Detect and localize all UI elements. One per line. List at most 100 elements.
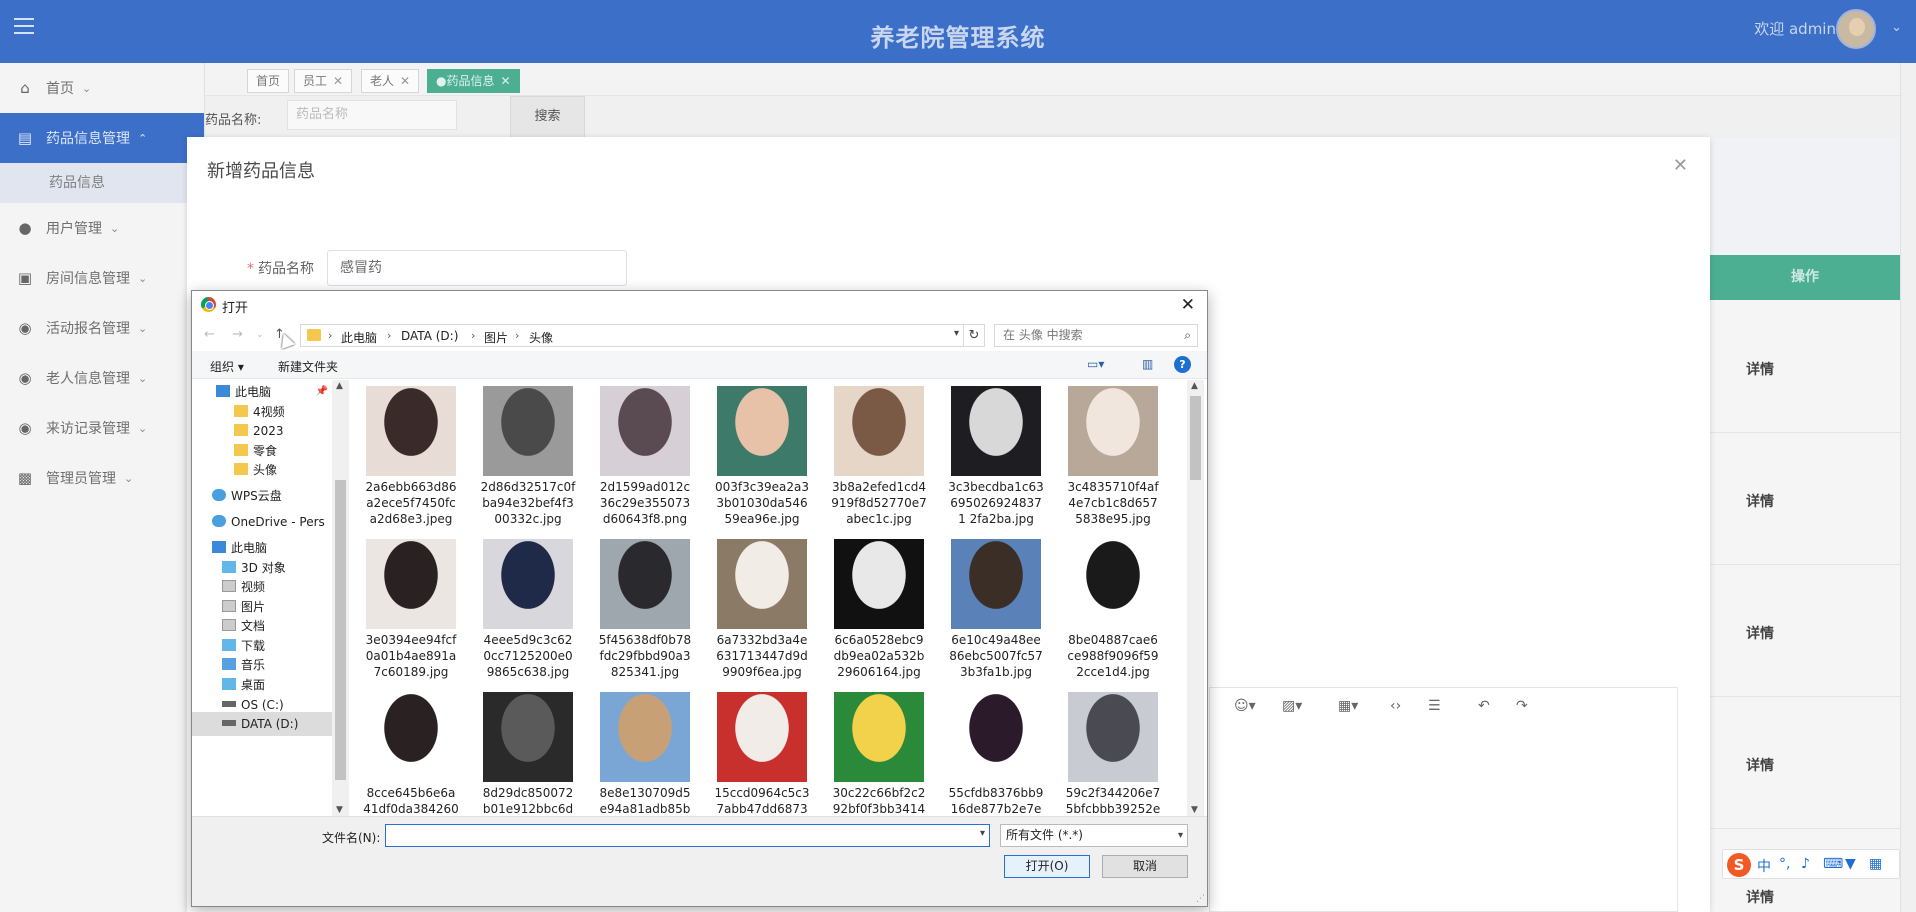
detail-link[interactable]: 详情 [1710,755,1810,775]
file-item[interactable]: 6e10c49a48ee86ebc5007fc573b3fa1b.jpg [946,539,1046,680]
image-thumbnail [1068,539,1158,629]
punctuation-icon[interactable]: °, [1779,856,1790,872]
folder-search-input[interactable]: 在 头像 中搜索 ⌕ [994,324,1198,347]
chevron-down-icon[interactable]: ⌄ [1891,20,1902,35]
page-scrollbar[interactable] [1900,63,1916,912]
sidebar-item-admins[interactable]: ▩ 管理员管理 ⌄ [0,453,204,503]
refresh-icon[interactable]: ↻ [964,324,985,347]
skin-icon[interactable]: ▼ [1845,856,1856,872]
close-icon[interactable]: ✕ [500,74,510,88]
nav-pane-item[interactable]: OneDrive - Pers [192,510,332,534]
chevron-down-icon[interactable]: ▾ [980,828,985,839]
file-item[interactable]: 3c4835710f4af4e7cb1c8d6575838e95.jpg [1063,386,1163,527]
file-item[interactable]: 8be04887cae6ce988f9096f592cce1d4.jpg [1063,539,1163,680]
help-icon[interactable]: ? [1174,356,1191,373]
forward-icon[interactable]: → [232,327,243,342]
breadcrumb-item[interactable]: DATA (D:) [401,329,458,343]
tag-medicine-info[interactable]: ●药品信息 ✕ [427,69,520,93]
sogou-logo-icon[interactable]: S [1727,853,1751,877]
file-item[interactable]: 8d29dc850072b01e912bbc6d [478,692,578,816]
sidebar-item-users[interactable]: ● 用户管理 ⌄ [0,203,204,253]
file-item[interactable]: 2d1599ad012c36c29e355073d60643f8.png [595,386,695,527]
nav-pane-item[interactable]: DATA (D:) [192,712,332,736]
file-item[interactable]: 3b8a2efed1cd4919f8d52770e7abec1c.jpg [829,386,929,527]
file-item[interactable]: 3e0394ee94fcf0a01b4ae891a7c60189.jpg [361,539,461,680]
sidebar-item-elders[interactable]: ◉ 老人信息管理 ⌄ [0,353,204,403]
file-item[interactable]: 55cfdb8376bb916de877b2e7e [946,692,1046,816]
rich-editor-body[interactable] [1209,726,1678,912]
avatar[interactable] [1836,9,1876,49]
nav-pane-item[interactable]: 头像 [192,458,332,482]
redo-icon[interactable]: ↷ [1516,698,1528,714]
microphone-icon[interactable]: ♪ [1801,856,1810,872]
image-thumbnail [483,539,573,629]
pc-icon [216,385,230,397]
breadcrumb-item[interactable]: 图片 [484,329,508,346]
filename-input[interactable]: ▾ [385,824,990,847]
chevron-down-icon: ⌄ [124,471,134,485]
file-item[interactable]: 8e8e130709d5e94a81adb85b2 [595,692,695,816]
organize-button[interactable]: 组织 ▾ [210,358,244,375]
chevron-down-icon[interactable]: ⌄ [256,330,264,340]
image-thumbnail [600,386,690,476]
detail-link[interactable]: 详情 [1710,359,1810,379]
file-item[interactable]: 59c2f344206e75bfcbbb39252e [1063,692,1163,816]
navigation-scrollbar[interactable]: ▲ ▼ [332,380,349,816]
file-item[interactable]: 6a7332bd3a4e631713447d9d9909f6ea.jpg [712,539,812,680]
resize-grip-icon[interactable]: ⋰ [1196,894,1205,904]
divider-icon[interactable]: ☰ [1428,698,1441,714]
close-icon[interactable]: ✕ [400,74,410,88]
back-icon[interactable]: ← [204,327,215,342]
filetype-select[interactable]: 所有文件 (*.*) ▾ [1000,824,1188,847]
chevron-down-icon[interactable]: ▾ [954,328,959,339]
close-icon[interactable]: ✕ [333,74,343,88]
table-icon[interactable]: ▦▾ [1338,698,1358,714]
open-button[interactable]: 打开(O) [1004,855,1090,878]
detail-link[interactable]: 详情 [1710,623,1810,643]
image-icon[interactable]: ▨▾ [1282,698,1302,714]
file-item[interactable]: 8cce645b6e6a41df0da3842605 [361,692,461,816]
preview-pane-icon[interactable]: ▥ [1142,357,1153,371]
file-item[interactable]: 3c3becdba1c636950269248371 2fa2ba.jpg [946,386,1046,527]
column-header-actions: 操作 [1710,255,1900,300]
breadcrumb-item[interactable]: 此电脑 [341,329,377,346]
view-options-icon[interactable]: ▭▾ [1087,357,1104,371]
tag-staff[interactable]: 员工 ✕ [294,69,353,93]
sidebar-item-medicine[interactable]: ▤ 药品信息管理 ⌃ [0,113,204,163]
file-item[interactable]: 003f3c39ea2a33b01030da54659ea96e.jpg [712,386,812,527]
image-thumbnail [834,539,924,629]
emoji-icon[interactable]: ☺▾ [1234,698,1256,714]
tag-elders[interactable]: 老人 ✕ [361,69,420,93]
detail-link[interactable]: 详情 [1710,887,1810,907]
tag-home[interactable]: 首页 [247,69,290,93]
search-button[interactable]: 搜索 [510,96,585,138]
nav-pane-item[interactable]: WPS云盘 [192,484,332,508]
address-bar[interactable]: › 此电脑 › DATA (D:) › 图片 › 头像 ▾ [300,324,964,347]
close-icon[interactable]: ✕ [1673,155,1688,176]
ime-mode-toggle[interactable]: 中 [1757,856,1771,876]
search-input[interactable]: 药品名称 [287,100,457,130]
file-item[interactable]: 5f45638df0b78fdc29fbbd90a3825341.jpg [595,539,695,680]
detail-link[interactable]: 详情 [1710,491,1810,511]
new-folder-button[interactable]: 新建文件夹 [278,358,338,375]
sidebar-item-rooms[interactable]: ▣ 房间信息管理 ⌄ [0,253,204,303]
sidebar-item-activities[interactable]: ◉ 活动报名管理 ⌄ [0,303,204,353]
cancel-button[interactable]: 取消 [1102,855,1188,878]
close-icon[interactable]: ✕ [1181,295,1195,315]
undo-icon[interactable]: ↶ [1478,698,1490,714]
breadcrumb-item[interactable]: 头像 [529,329,553,346]
toolbox-icon[interactable]: ▦ [1869,856,1882,872]
file-item[interactable]: 4eee5d9c3c620cc7125200e09865c638.jpg [478,539,578,680]
sidebar-subitem-medicine-info[interactable]: 药品信息 [0,163,204,203]
sidebar-item-home[interactable]: ⌂ 首页 ⌄ [0,63,204,113]
file-item[interactable]: 15ccd0964c5c37abb47dd6873 [712,692,812,816]
keyboard-icon[interactable]: ⌨ [1823,856,1843,872]
file-item[interactable]: 2a6ebb663d86a2ece5f7450fca2d68e3.jpeg [361,386,461,527]
medicine-name-input[interactable]: 感冒药 [327,250,627,286]
file-item[interactable]: 2d86d32517c0fba94e32bef4f300332c.jpg [478,386,578,527]
file-item[interactable]: 6c6a0528ebc9db9ea02a532b29606164.jpg [829,539,929,680]
sidebar-item-visits[interactable]: ◉ 来访记录管理 ⌄ [0,403,204,453]
file-item[interactable]: 30c22c66bf2c292bf0f3bb3414 [829,692,929,816]
code-icon[interactable]: ‹› [1390,698,1401,714]
file-grid-scrollbar[interactable]: ▲ ▼ [1187,380,1204,816]
